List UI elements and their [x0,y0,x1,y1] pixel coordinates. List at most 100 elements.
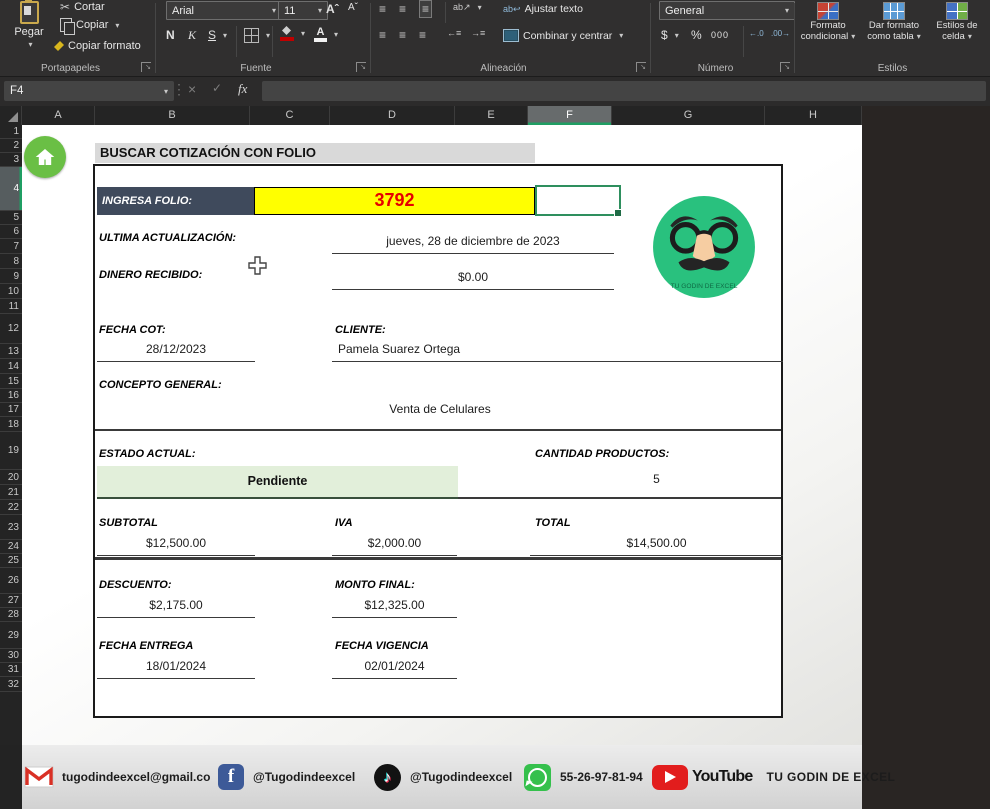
column-header-D[interactable]: D [330,106,455,125]
row-header-32[interactable]: 32 [0,677,22,692]
clipboard-dialog-launcher[interactable]: ↘ [141,62,151,72]
facebook-icon[interactable]: f [218,764,244,790]
cancel-button[interactable]: × [188,81,196,97]
cell-styles-button[interactable]: Estilos de celda ▾ [929,2,985,42]
comma-format-button[interactable]: 000 [711,30,729,40]
youtube-icon[interactable] [652,764,688,790]
home-icon [35,148,55,166]
percent-format-button[interactable]: % [691,28,702,42]
row-header-9[interactable]: 9 [0,269,22,284]
row-header-17[interactable]: 17 [0,403,22,417]
wrap-text-button[interactable]: ab↩ Ajustar texto [503,3,583,15]
row-header-29[interactable]: 29 [0,622,22,649]
row-header-12[interactable]: 12 [0,314,22,344]
whatsapp-icon[interactable] [524,763,551,791]
tiktok-icon[interactable]: ♪ [374,763,401,791]
align-right-button[interactable]: ≡ [419,28,426,42]
column-header-list: ABCDEFGH [22,106,862,125]
column-header-A[interactable]: A [22,106,95,125]
decrease-font-button[interactable]: Aˇ [348,2,358,13]
row-header-26[interactable]: 26 [0,568,22,594]
row-header-23[interactable]: 23 [0,515,22,540]
align-top-button[interactable]: ≡ [379,2,386,16]
select-all-corner[interactable] [0,106,22,125]
column-header-H[interactable]: H [765,106,862,125]
separator [445,2,446,23]
format-as-table-button[interactable]: Dar formato como tabla ▾ [861,2,927,42]
paste-button[interactable]: Pegar ▾ [6,0,52,59]
row-header-21[interactable]: 21 [0,485,22,500]
row-header-31[interactable]: 31 [0,663,22,677]
row-header-10[interactable]: 10 [0,284,22,299]
italic-button[interactable]: K [188,28,196,43]
format-painter-button[interactable]: Copiar formato [54,40,141,52]
column-header-F[interactable]: F [528,106,612,125]
increase-decimal-button[interactable]: ←.0 [749,29,764,38]
column-header-C[interactable]: C [250,106,330,125]
row-header-4[interactable]: 4 [0,167,22,211]
row-header-8[interactable]: 8 [0,254,22,269]
column-header-E[interactable]: E [455,106,528,125]
row-header-1[interactable]: 1 [0,125,22,139]
contact-footer: tugodindeexcel@gmail.co f @Tugodindeexce… [22,745,895,809]
facebook-contact: f @Tugodindeexcel [218,745,355,809]
row-header-18[interactable]: 18 [0,417,22,432]
row-header-19[interactable]: 19 [0,432,22,470]
font-family-select[interactable]: Arial ▾ [166,1,282,20]
row-header-14[interactable]: 14 [0,359,22,374]
selected-cell-f4[interactable] [535,185,622,217]
row-header-3[interactable]: 3 [0,153,22,167]
increase-font-button[interactable]: Aˆ [326,2,339,16]
align-middle-button[interactable]: ≡ [399,2,406,16]
number-dialog-launcher[interactable]: ↘ [780,62,790,72]
number-format-select[interactable]: General ▾ [659,1,795,20]
name-box[interactable]: F4 ▾ [4,81,174,101]
column-header-G[interactable]: G [612,106,765,125]
enter-button[interactable]: ✓ [212,81,222,95]
insert-function-button[interactable]: fx [238,81,247,97]
orientation-button[interactable]: ab↗ ▾ [453,2,482,13]
align-left-button[interactable]: ≡ [379,28,386,42]
increase-indent-button[interactable]: →≡ [471,28,485,38]
decrease-decimal-button[interactable]: .00→ [771,29,790,38]
column-header-B[interactable]: B [95,106,250,125]
row-header-6[interactable]: 6 [0,225,22,239]
fill-color-button[interactable]: ▾ [280,26,305,41]
row-header-25[interactable]: 25 [0,554,22,568]
row-header-2[interactable]: 2 [0,139,22,153]
row-header-27[interactable]: 27 [0,594,22,608]
row-header-7[interactable]: 7 [0,239,22,254]
quantity-label: CANTIDAD PRODUCTOS: [535,448,670,460]
folio-input[interactable]: 3792 [254,187,535,215]
bold-button[interactable]: N [166,28,175,42]
row-header-20[interactable]: 20 [0,470,22,485]
row-header-11[interactable]: 11 [0,299,22,314]
quote-date-value: 28/12/2023 [97,342,255,362]
alignment-dialog-launcher[interactable]: ↘ [636,62,646,72]
font-dialog-launcher[interactable]: ↘ [356,62,366,72]
row-header-5[interactable]: 5 [0,211,22,225]
row-header-15[interactable]: 15 [0,374,22,389]
font-size-select[interactable]: 11 ▾ [278,1,328,20]
currency-format-button[interactable]: $ ▾ [661,28,679,42]
decrease-indent-button[interactable]: ←≡ [447,28,461,38]
row-header-16[interactable]: 16 [0,389,22,403]
align-center-button[interactable]: ≡ [399,28,406,42]
formula-input[interactable] [262,81,986,101]
copy-button[interactable]: Copiar ▾ [60,18,119,35]
row-header-24[interactable]: 24 [0,540,22,554]
clipboard-group-label: Portapapeles [41,63,100,74]
row-header-30[interactable]: 30 [0,649,22,663]
row-header-13[interactable]: 13 [0,344,22,359]
font-color-button[interactable]: A ▾ [314,26,338,42]
row-header-28[interactable]: 28 [0,608,22,622]
align-bottom-button[interactable]: ≡ [419,0,433,18]
home-button[interactable] [24,136,66,178]
row-header-22[interactable]: 22 [0,500,22,515]
borders-button[interactable]: ▾ [244,28,270,43]
conditional-formatting-button[interactable]: Formato condicional ▾ [797,2,859,42]
cut-button[interactable]: ✂ Cortar [60,0,105,14]
underline-button[interactable]: S ▾ [208,28,227,42]
merge-center-button[interactable]: Combinar y centrar ▾ [503,29,623,42]
gmail-icon[interactable] [24,766,54,788]
